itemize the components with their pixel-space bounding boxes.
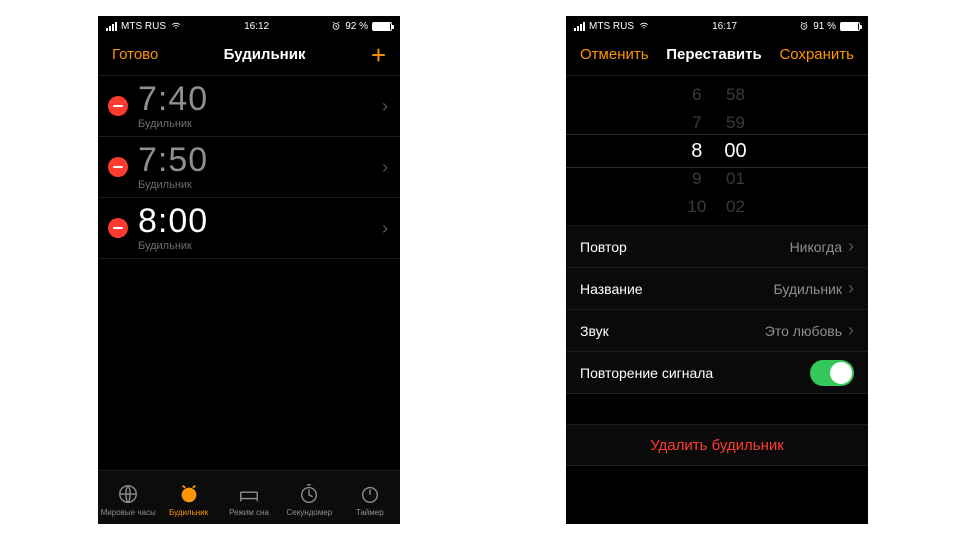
picker-value: 59 (726, 112, 745, 134)
alarm-row[interactable]: 8:00 Будильник › (98, 198, 400, 259)
alarm-list: 7:40 Будильник › 7:50 Будильник › 8:00 Б… (98, 76, 400, 470)
phone-left: MTS RUS 16:12 92 % Готово Будильник + 7:… (98, 16, 400, 524)
setting-label: Название (580, 281, 643, 297)
page-title: Переставить (649, 46, 780, 63)
clock-label: 16:12 (244, 21, 269, 32)
status-bar: MTS RUS 16:12 92 % (98, 16, 400, 34)
picker-value: 10 (687, 196, 706, 218)
row-repeat[interactable]: Повтор Никогда › (566, 226, 868, 268)
alarm-label: Будильник (138, 118, 382, 130)
status-left: MTS RUS (574, 21, 650, 32)
tab-label: Секундомер (286, 508, 332, 517)
chevron-right-icon: › (848, 320, 854, 341)
done-button[interactable]: Готово (112, 46, 158, 63)
picker-selected: 00 (724, 140, 746, 162)
setting-value: Никогда (790, 239, 842, 255)
add-alarm-button[interactable]: + (371, 42, 386, 68)
tab-label: Будильник (169, 508, 208, 517)
picker-value: 01 (726, 168, 745, 190)
battery-icon (840, 22, 860, 31)
wifi-icon (638, 21, 650, 31)
tab-alarm[interactable]: Будильник (159, 482, 219, 517)
chevron-right-icon: › (382, 218, 388, 239)
chevron-right-icon: › (848, 236, 854, 257)
picker-value: 58 (726, 84, 745, 106)
status-right: 92 % (331, 21, 392, 32)
tab-bedtime[interactable]: Режим сна (219, 482, 279, 517)
cancel-button[interactable]: Отменить (580, 46, 649, 63)
alarm-icon (799, 21, 809, 31)
phone-right: MTS RUS 16:17 91 % Отменить Переставить … (566, 16, 868, 524)
alarm-row[interactable]: 7:40 Будильник › (98, 76, 400, 137)
battery-label: 91 % (813, 21, 836, 32)
bed-icon (237, 482, 261, 506)
tab-world-clock[interactable]: Мировые часы (98, 482, 158, 517)
alarm-time: 7:40 (138, 82, 382, 116)
status-bar: MTS RUS 16:17 91 % (566, 16, 868, 34)
setting-value: Будильник (773, 281, 842, 297)
picker-value: 6 (692, 84, 701, 106)
status-left: MTS RUS (106, 21, 182, 32)
setting-label: Повторение сигнала (580, 365, 713, 381)
signal-icon (574, 22, 585, 31)
nav-header: Готово Будильник + (98, 34, 400, 76)
time-picker[interactable]: 6 7 8 9 10 58 59 00 01 02 (566, 76, 868, 226)
wifi-icon (170, 21, 182, 31)
alarm-label: Будильник (138, 240, 382, 252)
row-sound[interactable]: Звук Это любовь › (566, 310, 868, 352)
chevron-right-icon: › (848, 278, 854, 299)
chevron-right-icon: › (382, 157, 388, 178)
timer-icon (358, 482, 382, 506)
delete-minus-icon[interactable] (108, 96, 128, 116)
delete-alarm-button[interactable]: Удалить будильник (566, 424, 868, 466)
tab-bar: Мировые часы Будильник Режим сна Секундо… (98, 470, 400, 524)
alarm-time: 8:00 (138, 204, 382, 238)
battery-label: 92 % (345, 21, 368, 32)
carrier-label: MTS RUS (121, 21, 166, 32)
chevron-right-icon: › (382, 96, 388, 117)
nav-header: Отменить Переставить Сохранить (566, 34, 868, 76)
tab-stopwatch[interactable]: Секундомер (279, 482, 339, 517)
alarm-row[interactable]: 7:50 Будильник › (98, 137, 400, 198)
alarm-icon (177, 482, 201, 506)
tab-timer[interactable]: Таймер (340, 482, 400, 517)
alarm-icon (331, 21, 341, 31)
clock-label: 16:17 (712, 21, 737, 32)
setting-label: Звук (580, 323, 609, 339)
tab-label: Мировые часы (101, 508, 156, 517)
status-right: 91 % (799, 21, 860, 32)
picker-selected: 8 (691, 140, 702, 162)
alarm-time: 7:50 (138, 143, 382, 177)
picker-value: 02 (726, 196, 745, 218)
picker-value: 9 (692, 168, 701, 190)
tab-label: Режим сна (229, 508, 269, 517)
globe-icon (116, 482, 140, 506)
tab-label: Таймер (356, 508, 384, 517)
signal-icon (106, 22, 117, 31)
hour-column[interactable]: 6 7 8 9 10 (687, 84, 706, 218)
alarm-label: Будильник (138, 179, 382, 191)
save-button[interactable]: Сохранить (779, 46, 854, 63)
battery-icon (372, 22, 392, 31)
delete-minus-icon[interactable] (108, 157, 128, 177)
delete-minus-icon[interactable] (108, 218, 128, 238)
stopwatch-icon (297, 482, 321, 506)
row-snooze: Повторение сигнала (566, 352, 868, 394)
minute-column[interactable]: 58 59 00 01 02 (724, 84, 746, 218)
page-title: Будильник (158, 46, 370, 63)
setting-value: Это любовь (765, 323, 842, 339)
carrier-label: MTS RUS (589, 21, 634, 32)
picker-value: 7 (692, 112, 701, 134)
snooze-toggle[interactable] (810, 360, 854, 386)
row-name[interactable]: Название Будильник › (566, 268, 868, 310)
setting-label: Повтор (580, 239, 627, 255)
